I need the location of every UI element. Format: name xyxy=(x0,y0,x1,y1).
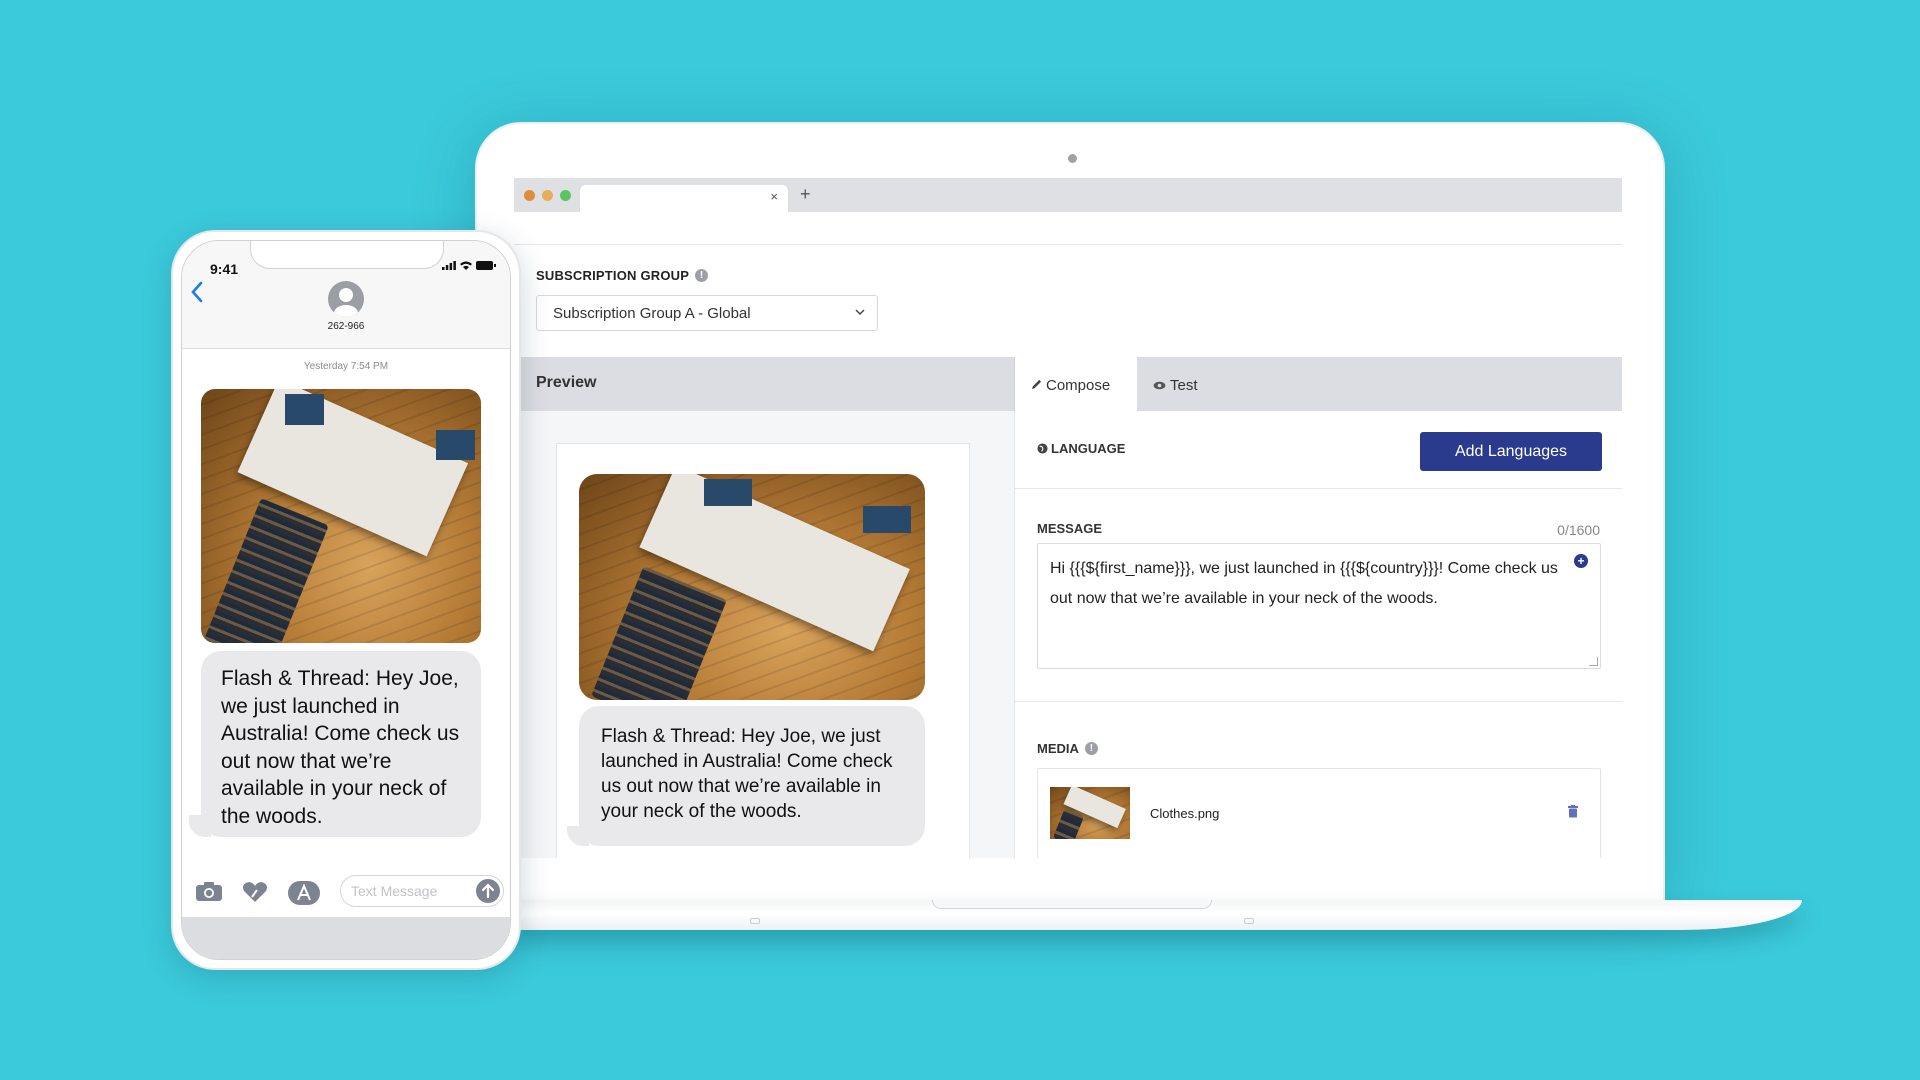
subscription-group-label: SUBSCRIPTION GROUP ! xyxy=(536,268,709,283)
maximize-window-dot[interactable] xyxy=(560,190,571,201)
resize-handle[interactable] xyxy=(1589,657,1598,666)
subscription-group-select[interactable]: Subscription Group A - Global xyxy=(536,295,878,331)
phone-screen: 9:41 262-966 Yesterday 7:54 PM Flash & T… xyxy=(181,240,511,960)
tab-test-label: Test xyxy=(1170,377,1198,394)
browser-window: × + SUBSCRIPTION GROUP ! Subscription Gr… xyxy=(514,178,1622,858)
tab-compose-label: Compose xyxy=(1046,377,1111,394)
media-item: Clothes.png xyxy=(1037,768,1601,858)
browser-tab[interactable]: × xyxy=(580,185,788,212)
media-thumbnail xyxy=(1050,787,1130,839)
phone-notch xyxy=(250,241,444,269)
preview-title: Preview xyxy=(536,374,597,391)
chevron-down-icon xyxy=(855,305,865,319)
phone-frame: 9:41 262-966 Yesterday 7:54 PM Flash & T… xyxy=(171,230,521,970)
subscription-group-section: SUBSCRIPTION GROUP ! Subscription Group … xyxy=(514,245,1622,357)
preview-media-image xyxy=(579,474,925,700)
new-tab-icon[interactable]: + xyxy=(800,184,811,205)
phone-message-bubble: Flash & Thread: Hey Joe, we just launche… xyxy=(201,651,481,837)
back-chevron-icon[interactable] xyxy=(190,281,204,308)
laptop-foot xyxy=(750,918,760,924)
camera-icon[interactable] xyxy=(196,881,222,906)
compose-panel: LANGUAGE Add Languages MESSAGE 0/1600 Hi… xyxy=(1014,411,1622,858)
minimize-window-dot[interactable] xyxy=(542,190,553,201)
contact-name: 262-966 xyxy=(327,321,365,332)
subscription-group-value: Subscription Group A - Global xyxy=(553,305,751,322)
wifi-icon xyxy=(460,261,472,270)
info-icon[interactable]: ! xyxy=(695,269,709,282)
digital-touch-icon[interactable] xyxy=(242,881,268,908)
info-icon[interactable]: ! xyxy=(1084,742,1098,755)
eye-icon xyxy=(1153,381,1166,390)
globe-icon xyxy=(1037,443,1048,454)
laptop-trackpad-notch xyxy=(932,900,1212,909)
contact-avatar[interactable] xyxy=(328,281,364,317)
preview-panel: Flash & Thread: Hey Joe, we just launche… xyxy=(514,411,1014,858)
text-message-input[interactable]: Text Message xyxy=(340,875,504,907)
preview-header: Preview xyxy=(514,357,1014,411)
add-languages-button[interactable]: Add Languages xyxy=(1420,432,1602,471)
signal-icon xyxy=(442,261,456,270)
media-title: MEDIA xyxy=(1037,741,1079,756)
tab-test[interactable]: Test xyxy=(1137,357,1214,411)
section-divider xyxy=(1015,701,1622,702)
battery-icon xyxy=(476,261,496,270)
language-label: LANGUAGE xyxy=(1037,441,1125,456)
media-label: MEDIA ! xyxy=(1037,741,1098,756)
message-label: MESSAGE xyxy=(1037,521,1103,536)
message-textarea[interactable]: Hi {{{${first_name}}}, we just launched … xyxy=(1037,543,1601,669)
pencil-icon xyxy=(1031,379,1042,390)
message-text: Hi {{{${first_name}}}, we just launched … xyxy=(1050,560,1558,607)
phone-media-image xyxy=(201,389,481,643)
messages-header: 9:41 262-966 xyxy=(182,241,510,349)
media-filename: Clothes.png xyxy=(1150,806,1220,821)
send-arrow-icon[interactable] xyxy=(476,879,500,903)
status-icons xyxy=(442,261,496,270)
close-window-dot[interactable] xyxy=(524,190,535,201)
browser-toolbar xyxy=(514,212,1622,245)
text-message-placeholder: Text Message xyxy=(351,883,438,899)
compose-tabs: Compose Test xyxy=(1014,357,1622,411)
preview-message-card: Flash & Thread: Hey Joe, we just launche… xyxy=(556,443,970,858)
laptop-base xyxy=(512,900,1802,930)
add-personalization-icon[interactable]: + xyxy=(1574,554,1588,568)
language-row: LANGUAGE Add Languages xyxy=(1015,411,1622,489)
laptop-foot xyxy=(1244,918,1254,924)
tab-compose[interactable]: Compose xyxy=(1015,357,1137,411)
close-tab-icon[interactable]: × xyxy=(770,189,778,204)
status-time: 9:41 xyxy=(210,261,239,277)
message-input-bar: Text Message xyxy=(182,869,510,917)
subscription-group-title: SUBSCRIPTION GROUP xyxy=(536,268,690,283)
message-timestamp: Yesterday 7:54 PM xyxy=(303,361,389,372)
trash-icon[interactable] xyxy=(1568,805,1578,823)
browser-tab-bar: × + xyxy=(514,178,1622,212)
language-title: LANGUAGE xyxy=(1051,441,1126,456)
keyboard-area xyxy=(182,917,510,959)
character-count: 0/1600 xyxy=(1557,522,1600,538)
preview-message-bubble: Flash & Thread: Hey Joe, we just launche… xyxy=(579,706,925,846)
laptop-camera xyxy=(1068,154,1077,163)
app-store-icon[interactable] xyxy=(288,881,320,910)
